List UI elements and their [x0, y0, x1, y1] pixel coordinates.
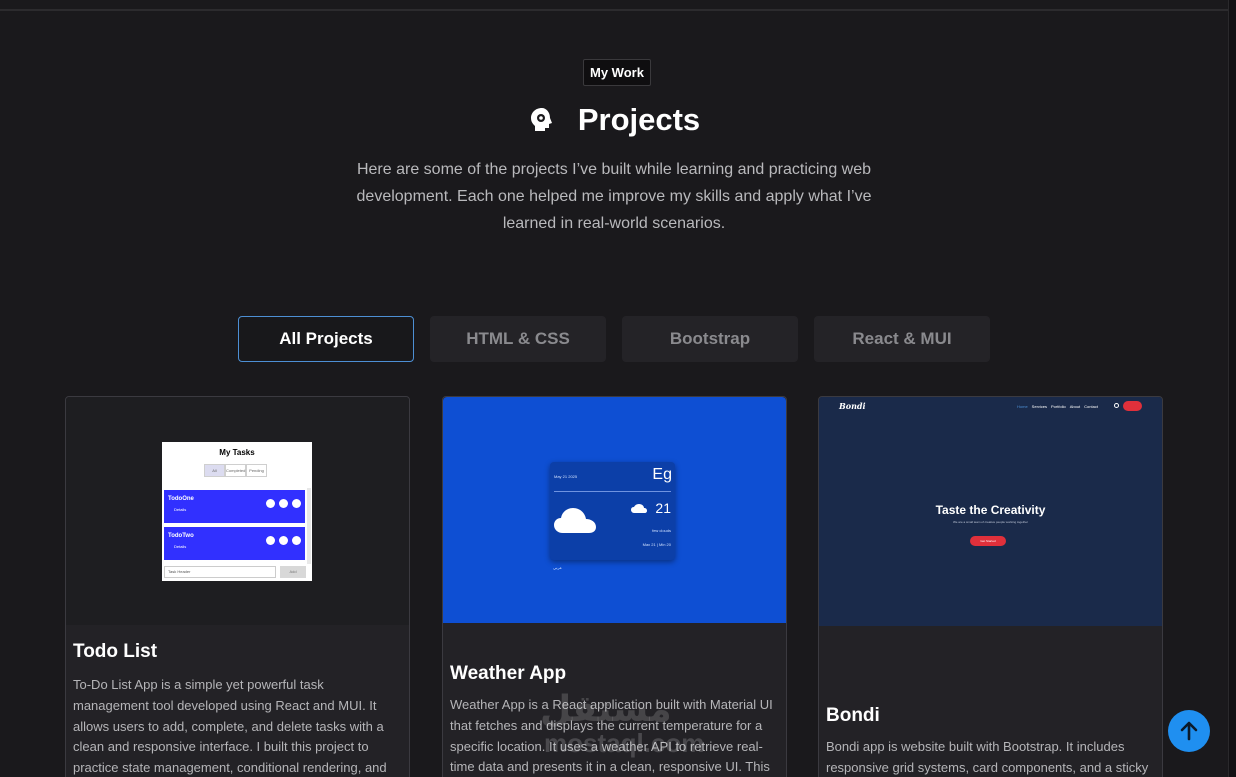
- check-icon: [292, 499, 301, 508]
- bondi-hero-title: Taste the Creativity: [935, 503, 1046, 517]
- bondi-logo: Bondi: [839, 401, 866, 411]
- filter-bootstrap[interactable]: Bootstrap: [622, 316, 798, 362]
- project-description: To-Do List App is a simple yet powerful …: [73, 677, 387, 776]
- small-cloud-icon: [631, 504, 647, 513]
- project-filter-tabs: All Projects HTML & CSS Bootstrap React …: [238, 316, 990, 362]
- bondi-nav: Home Services Portfolio About Contact: [1017, 404, 1098, 409]
- project-title: Todo List: [73, 641, 158, 662]
- todo-list-screenshot: My Tasks All Completed Pending TodoOne D…: [66, 397, 409, 625]
- todo-item-details: Details: [174, 507, 187, 512]
- bondi-nav-item: Services: [1031, 404, 1048, 409]
- todo-item-details: Details: [174, 544, 187, 549]
- project-title: Weather App: [450, 663, 567, 684]
- weather-min-max: Max 21 | Min 20: [642, 542, 671, 547]
- page-scrollbar[interactable]: [1228, 0, 1236, 777]
- todo-preview-input: Task Header: [164, 566, 276, 578]
- edit-icon: [279, 499, 288, 508]
- project-title: Bondi: [826, 705, 880, 726]
- weather-language-toggle: عربي: [553, 565, 563, 570]
- watermark-logo: مستقل: [540, 688, 672, 729]
- header-divider: [0, 9, 1228, 11]
- bondi-nav-item: Portfolio: [1051, 404, 1066, 409]
- weather-description: few clouds: [652, 528, 671, 533]
- bondi-nav-item: About: [1069, 404, 1081, 409]
- todo-preview-tabs: All Completed Pending: [204, 464, 267, 477]
- todo-preview-item: TodoOne Details: [164, 490, 305, 523]
- bondi-nav-button: [1123, 401, 1142, 411]
- check-icon: [292, 536, 301, 545]
- bondi-screenshot: Bondi Home Services Portfolio About Cont…: [819, 397, 1162, 626]
- weather-temperature: 21: [655, 500, 671, 516]
- todo-preview: My Tasks All Completed Pending TodoOne D…: [162, 442, 312, 581]
- weather-app-screenshot: May 21 2025 Eg 21 few clouds Max 21 | Mi…: [443, 397, 786, 623]
- section-description: Here are some of the projects I’ve built…: [356, 161, 872, 232]
- todo-item-name: TodoOne: [168, 496, 194, 502]
- todo-preview-item: TodoTwo Details: [164, 527, 305, 560]
- lightbulb-gear-icon: [530, 108, 552, 131]
- project-card-todo-list[interactable]: My Tasks All Completed Pending TodoOne D…: [65, 396, 410, 777]
- bondi-cta-button: Get Started: [970, 536, 1006, 546]
- todo-preview-scrollbar: [307, 488, 311, 564]
- todo-preview-heading: My Tasks: [219, 448, 255, 457]
- todo-preview-add-button: Add: [280, 566, 306, 578]
- cloud-icon: [554, 508, 596, 533]
- bondi-nav-item: Home: [1017, 404, 1028, 409]
- weather-city: Eg: [652, 466, 672, 483]
- project-card-bondi[interactable]: Bondi Home Services Portfolio About Cont…: [818, 396, 1163, 777]
- todo-item-name: TodoTwo: [168, 533, 194, 539]
- filter-all-projects[interactable]: All Projects: [238, 316, 414, 362]
- bondi-hero-subtitle: We are a small team of creative people w…: [953, 520, 1028, 524]
- weather-preview-card: May 21 2025 Eg 21 few clouds Max 21 | Mi…: [550, 462, 675, 560]
- todo-preview-tab: Completed: [225, 464, 246, 477]
- page-title: Projects: [577, 102, 701, 137]
- delete-icon: [266, 499, 275, 508]
- arrow-up-icon: [1180, 721, 1198, 741]
- section-title: Projects: [0, 100, 1228, 140]
- scroll-to-top-button[interactable]: [1168, 710, 1210, 752]
- delete-icon: [266, 536, 275, 545]
- search-icon: [1114, 403, 1119, 408]
- edit-icon: [279, 536, 288, 545]
- filter-html-css[interactable]: HTML & CSS: [430, 316, 606, 362]
- todo-preview-tab: Pending: [246, 464, 267, 477]
- bondi-nav-item: Contact: [1084, 404, 1098, 409]
- weather-divider: [554, 491, 671, 492]
- watermark-url: mostaql.com: [544, 728, 705, 758]
- todo-preview-tab: All: [204, 464, 225, 477]
- project-description: Bondi app is website built with Bootstra…: [826, 739, 1149, 775]
- filter-react-mui[interactable]: React & MUI: [814, 316, 990, 362]
- weather-date: May 21 2025: [554, 474, 578, 479]
- section-badge: My Work: [583, 59, 651, 86]
